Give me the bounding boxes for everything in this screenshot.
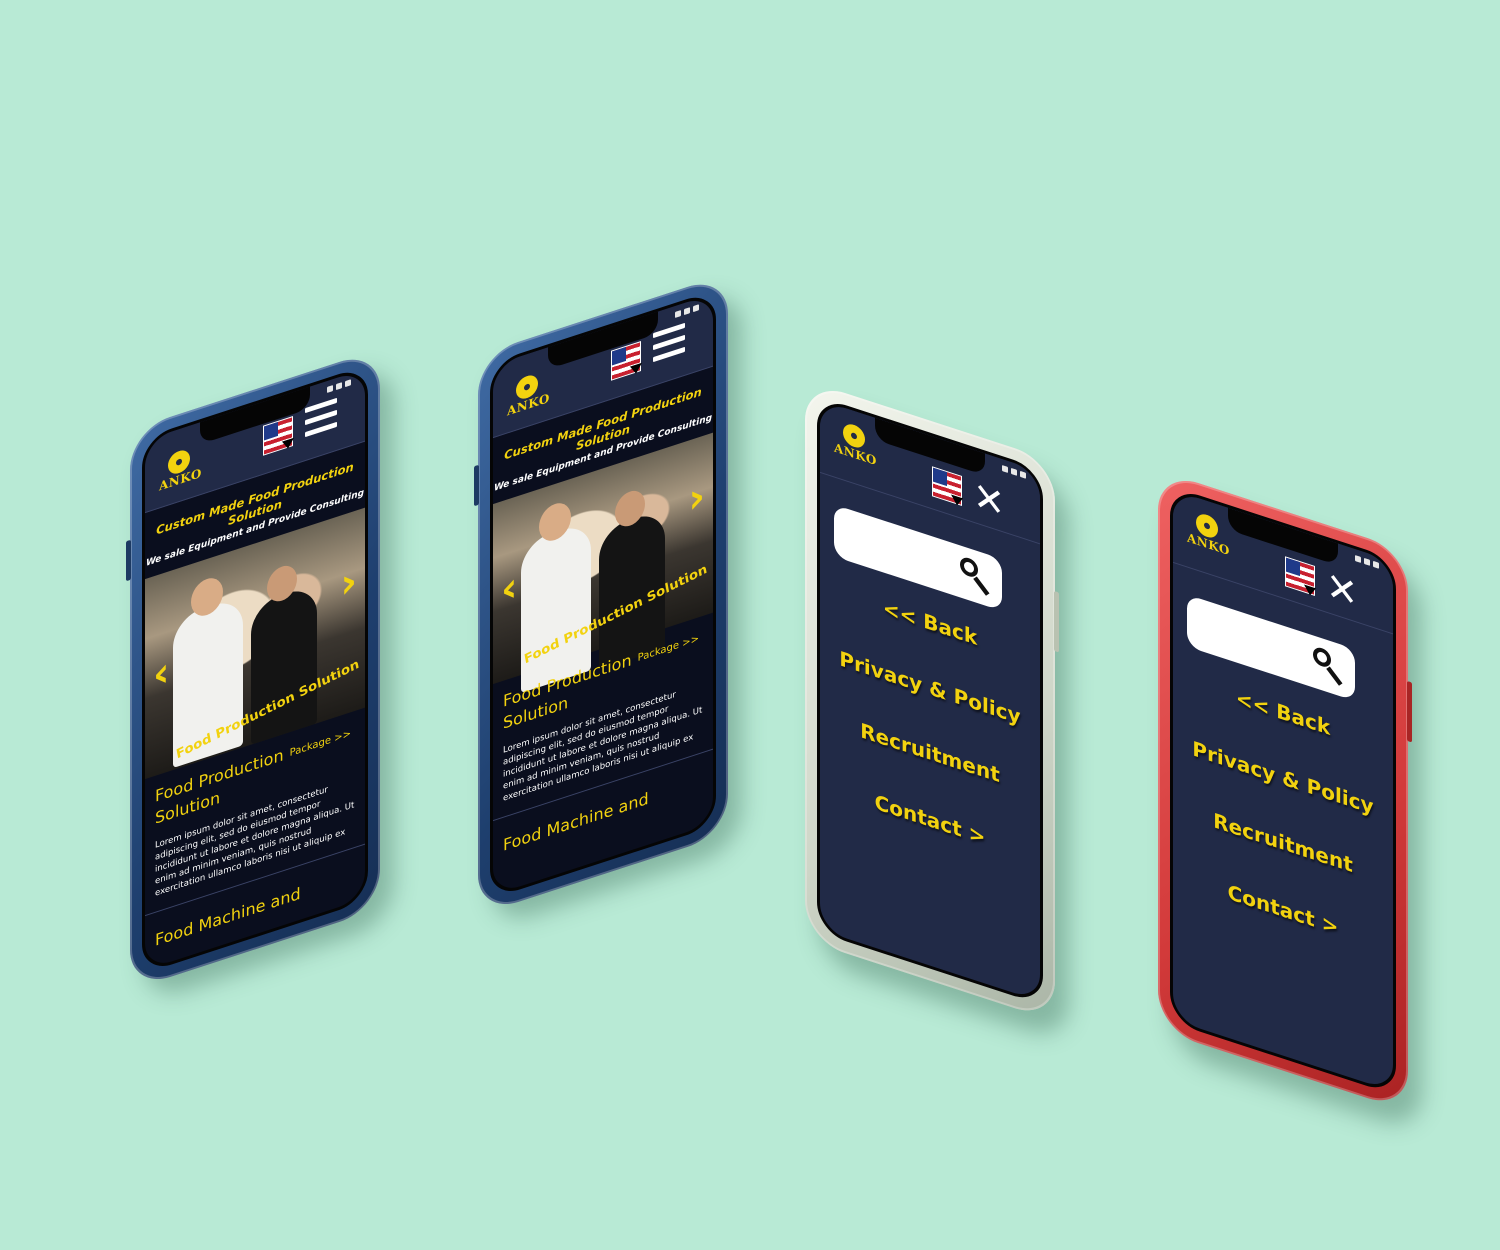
side-button [474,464,479,507]
logo[interactable]: ANKO [507,370,550,419]
chevron-left-icon[interactable]: ‹ [153,648,169,699]
phone-screen: ANKO ✕ << Back Privacy & Policy Recruitm… [1170,485,1396,1096]
close-icon[interactable]: ✕ [972,473,1006,527]
phone-screen: ANKO Custom Made Food Production Solutio… [490,289,716,900]
side-button [126,539,131,582]
package-link[interactable]: Package >> [290,728,351,759]
phone-frame: ANKO ✕ << Back Privacy & Policy Recruitm… [1158,470,1412,1112]
caret-down-icon [951,494,963,508]
phone-frame: ANKO Custom Made Food Production Solutio… [474,273,728,915]
search-icon[interactable] [960,555,992,597]
chevron-right-icon[interactable]: › [689,472,705,523]
chevron-left-icon[interactable]: ‹ [501,563,517,614]
caret-down-icon [282,437,294,451]
us-flag-icon[interactable] [1285,556,1316,598]
phone-frame: ANKO Custom Made Food Production Solutio… [126,348,380,990]
side-button [1407,680,1412,743]
hamburger-icon[interactable] [653,322,685,367]
chevron-right-icon[interactable]: › [341,557,357,608]
side-button [1054,590,1059,653]
phone-frame: ANKO ✕ << Back Privacy & Policy Recruitm… [805,380,1059,1022]
logo[interactable]: ANKO [1187,508,1230,558]
logo[interactable]: ANKO [834,418,877,468]
package-link[interactable]: Package >> [638,633,699,664]
caret-down-icon [1304,584,1316,598]
logo[interactable]: ANKO [159,445,202,494]
caret-down-icon [630,362,642,376]
close-icon[interactable]: ✕ [1325,563,1359,617]
phone-screen: ANKO ✕ << Back Privacy & Policy Recruitm… [817,395,1043,1006]
search-icon[interactable] [1313,645,1345,687]
phone-screen: ANKO Custom Made Food Production Solutio… [142,364,368,975]
hamburger-icon[interactable] [305,397,337,442]
us-flag-icon[interactable] [932,466,963,508]
